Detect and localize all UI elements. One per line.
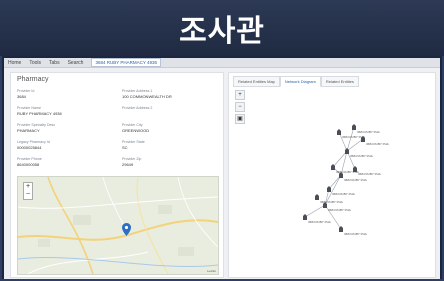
graph-node[interactable]: 3684 RUBY PHA bbox=[352, 124, 380, 134]
field-label: Provider Name bbox=[17, 106, 41, 110]
graph-node[interactable]: 3684 RUBY PHA bbox=[361, 136, 389, 146]
graph-node-label: 3684 RUBY PHA bbox=[358, 172, 381, 176]
location-map[interactable]: + − Leaflet bbox=[17, 176, 219, 275]
graph-edge bbox=[346, 126, 355, 152]
field-provider-name: Provider Name RUBY PHARMACY 4936 bbox=[17, 106, 112, 116]
map-pin-icon[interactable] bbox=[122, 223, 131, 236]
field-phone: Provider Phone 8640000058 bbox=[17, 157, 112, 167]
field-value: SC bbox=[122, 145, 128, 150]
panel-title: Pharmacy bbox=[17, 76, 49, 83]
field-value: 00000025844 bbox=[17, 145, 42, 150]
field-label: Provider Specialty Desc bbox=[17, 123, 56, 127]
field-value: 100 COMMONWEALTH DR bbox=[122, 94, 172, 99]
graph-edge bbox=[346, 138, 364, 152]
field-label: Provider Address 2 bbox=[122, 106, 153, 110]
menu-bar: Home Tools Tabs Search 3684 RUBY PHARMAC… bbox=[4, 58, 440, 68]
graph-node-label: 3684 RUBY PHA bbox=[332, 192, 355, 196]
pharmacy-node-icon bbox=[331, 164, 335, 170]
app-screenshot: Home Tools Tabs Search 3684 RUBY PHARMAC… bbox=[4, 58, 440, 279]
field-label: Provider Phone bbox=[17, 157, 42, 161]
graph-node-label: 3684 RUBY PHA bbox=[320, 200, 343, 204]
map-canvas bbox=[18, 177, 218, 274]
field-city: Provider City GREENWOOD bbox=[122, 123, 217, 133]
field-zip: Provider Zip 29649 bbox=[122, 157, 217, 167]
pharmacy-panel: Pharmacy Provider Id 3684 Provider Addres… bbox=[10, 72, 224, 278]
graph-node-label: 3684 RUBY PHA bbox=[350, 154, 373, 158]
tab-related-entities-map[interactable]: Related Entities Map bbox=[233, 76, 280, 87]
graph-node-label: 3684 RUBY PHA bbox=[357, 130, 380, 134]
graph-node-label: 3684 RUBY PHA bbox=[366, 142, 389, 146]
pharmacy-node-icon bbox=[345, 148, 349, 154]
graph-node-label: 3684 RUBY PHA bbox=[308, 220, 331, 224]
network-diagram[interactable]: 3684 RUBY PHA 3684 RUBY PHA 3684 RUBY PHA 3… bbox=[229, 89, 435, 275]
field-label: Legacy Pharmacy Id bbox=[17, 140, 50, 144]
pharmacy-node-icon bbox=[352, 124, 356, 130]
open-record-tab[interactable]: 3684 RUBY PHARMACY 4936 bbox=[91, 58, 162, 67]
field-address-1: Provider Address 1 100 COMMONWEALTH DR bbox=[122, 89, 217, 99]
graph-node[interactable]: 3684 RUBY PHA bbox=[327, 186, 355, 196]
tab-related-entities[interactable]: Related Entities bbox=[320, 76, 359, 87]
field-value: 29649 bbox=[122, 162, 134, 167]
pharmacy-node-icon bbox=[337, 129, 341, 135]
map-attribution[interactable]: Leaflet bbox=[207, 269, 216, 273]
field-value: RUBY PHARMACY 4936 bbox=[17, 111, 62, 116]
field-label: Provider Address 1 bbox=[122, 89, 153, 93]
graph-edge bbox=[304, 204, 326, 218]
banner-title: 조사관 bbox=[179, 14, 265, 49]
field-specialty: Provider Specialty Desc PHARMACY bbox=[17, 123, 112, 133]
pharmacy-node-icon bbox=[303, 214, 307, 220]
menu-item-tabs[interactable]: Tabs bbox=[49, 60, 60, 66]
graph-node-label: 3684 RUBY PHA bbox=[344, 232, 367, 236]
pharmacy-node-icon bbox=[353, 166, 357, 172]
pharmacy-node-icon bbox=[315, 194, 319, 200]
field-value: PHARMACY bbox=[17, 128, 40, 133]
field-label: Provider Id bbox=[17, 89, 35, 93]
field-address-2: Provider Address 2 bbox=[122, 106, 217, 111]
field-value: 3684 bbox=[17, 94, 26, 99]
network-panel: Related Entities Map Network Diagram Rel… bbox=[228, 72, 436, 278]
menu-item-search[interactable]: Search bbox=[68, 60, 84, 66]
field-label: Provider Zip bbox=[122, 157, 142, 161]
graph-node-label: 3684 RUBY PHA bbox=[344, 178, 367, 182]
title-banner: 조사관 bbox=[0, 0, 444, 56]
field-state: Provider State SC bbox=[122, 140, 217, 150]
map-zoom-out-button[interactable]: − bbox=[24, 191, 32, 199]
graph-node[interactable]: 3684 RUBY PHA bbox=[339, 226, 367, 236]
field-label: Provider City bbox=[122, 123, 143, 127]
field-value: 8640000058 bbox=[17, 162, 40, 167]
map-zoom-control: + − bbox=[23, 182, 33, 200]
menu-item-home[interactable]: Home bbox=[8, 60, 21, 66]
panel-tabs: Related Entities Map Network Diagram Rel… bbox=[233, 76, 359, 87]
graph-nodes: 3684 RUBY PHA 3684 RUBY PHA 3684 RUBY PHA 3… bbox=[303, 124, 389, 236]
menu-item-tools[interactable]: Tools bbox=[29, 60, 41, 66]
pharmacy-node-icon bbox=[327, 186, 331, 192]
field-value: GREENWOOD bbox=[122, 128, 150, 133]
field-provider-id: Provider Id 3684 bbox=[17, 89, 112, 99]
field-legacy-id: Legacy Pharmacy Id 00000025844 bbox=[17, 140, 112, 150]
tab-network-diagram[interactable]: Network Diagram bbox=[279, 76, 321, 87]
graph-node-label: 3684 RUBY PHA bbox=[328, 208, 351, 212]
map-zoom-in-button[interactable]: + bbox=[24, 183, 32, 191]
field-label: Provider State bbox=[122, 140, 145, 144]
